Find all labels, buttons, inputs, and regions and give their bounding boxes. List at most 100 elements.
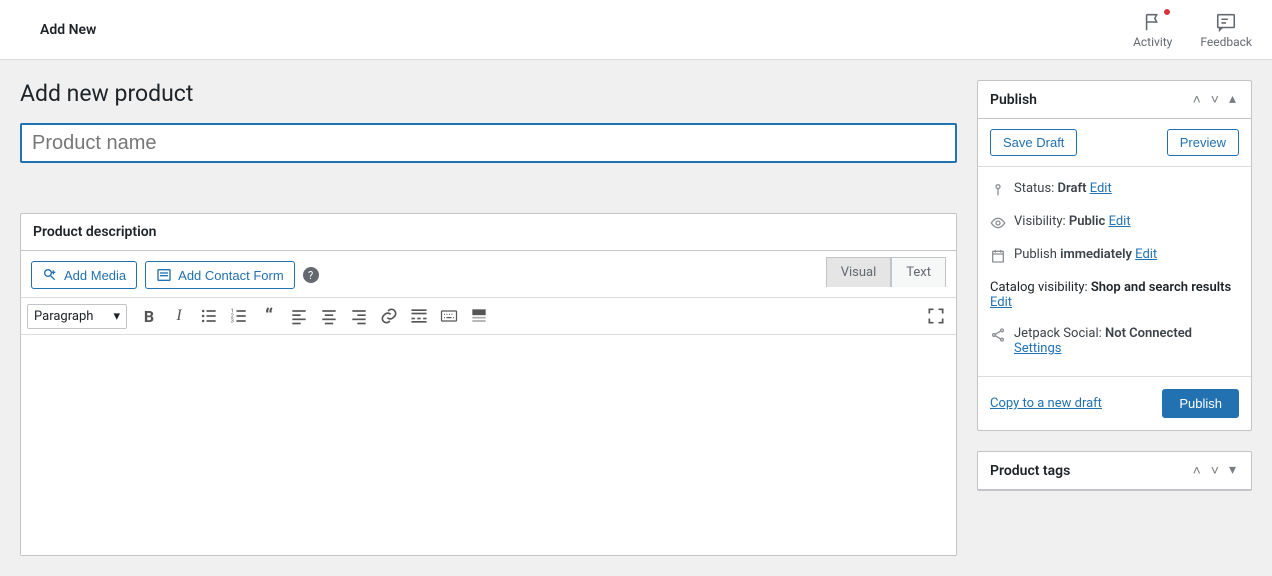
- activity-button[interactable]: Activity: [1133, 11, 1172, 49]
- page-title: Add new product: [20, 80, 957, 107]
- publish-label: Publish: [1014, 247, 1060, 262]
- feedback-icon: [1215, 11, 1237, 33]
- jetpack-settings-link[interactable]: Settings: [1014, 341, 1061, 356]
- help-icon[interactable]: ?: [303, 267, 319, 283]
- form-icon: [156, 267, 172, 283]
- publish-value: immediately: [1060, 247, 1132, 262]
- add-contact-form-button[interactable]: Add Contact Form: [145, 261, 295, 289]
- description-box: Product description Add Media Add Contac…: [20, 213, 957, 556]
- toggle-panel-icon[interactable]: ▴: [1226, 91, 1239, 108]
- sidebar: Publish ˄ ˅ ▴ Save Draft Preview Status:…: [977, 80, 1252, 511]
- numbered-list-icon: 123: [229, 306, 249, 326]
- description-title: Product description: [33, 224, 156, 240]
- status-label: Status:: [1014, 181, 1058, 196]
- catalog-label: Catalog visibility:: [990, 280, 1091, 295]
- catalog-edit-link[interactable]: Edit: [990, 295, 1012, 310]
- align-right-icon: [349, 306, 369, 326]
- toggle-panel-icon[interactable]: ▾: [1226, 462, 1239, 479]
- publish-box: Publish ˄ ˅ ▴ Save Draft Preview Status:…: [977, 80, 1252, 431]
- publish-controls: ˄ ˅ ▴: [1190, 91, 1239, 108]
- move-down-icon[interactable]: ˅: [1208, 91, 1222, 108]
- schedule-row: Publish immediately Edit: [990, 239, 1239, 272]
- align-center-icon: [319, 306, 339, 326]
- preview-button[interactable]: Preview: [1167, 129, 1239, 156]
- save-draft-button[interactable]: Save Draft: [990, 129, 1077, 156]
- copy-draft-link[interactable]: Copy to a new draft: [990, 396, 1102, 411]
- visibility-label: Visibility:: [1014, 214, 1069, 229]
- content: Add new product Product description Add …: [0, 60, 1272, 576]
- publish-header: Publish ˄ ˅ ▴: [978, 81, 1251, 119]
- move-down-icon[interactable]: ˅: [1208, 462, 1222, 479]
- readmore-button[interactable]: [405, 302, 433, 330]
- schedule-edit-link[interactable]: Edit: [1135, 247, 1157, 262]
- align-center-button[interactable]: [315, 302, 343, 330]
- link-icon: [379, 306, 399, 326]
- chevron-down-icon: ▾: [113, 309, 120, 324]
- description-header: Product description: [21, 214, 956, 251]
- visibility-edit-link[interactable]: Edit: [1109, 214, 1131, 229]
- move-up-icon[interactable]: ˄: [1190, 462, 1204, 479]
- activity-label: Activity: [1133, 35, 1172, 49]
- fullscreen-button[interactable]: [922, 302, 950, 330]
- format-select[interactable]: Paragraph ▾: [27, 304, 127, 329]
- bullet-list-icon: [199, 306, 219, 326]
- tab-text[interactable]: Text: [891, 257, 946, 287]
- toolbar-toggle-icon: [469, 306, 489, 326]
- readmore-icon: [409, 306, 429, 326]
- align-left-icon: [289, 306, 309, 326]
- top-bar: Add New Activity Feedback: [0, 0, 1272, 60]
- italic-button[interactable]: I: [165, 302, 193, 330]
- toolbar-toggle-button[interactable]: [465, 302, 493, 330]
- move-up-icon[interactable]: ˄: [1190, 91, 1204, 108]
- editor-wrap: Add Media Add Contact Form ? Visual Text…: [21, 251, 956, 555]
- jetpack-label: Jetpack Social:: [1014, 326, 1105, 341]
- status-edit-link[interactable]: Edit: [1090, 181, 1112, 196]
- product-tags-title: Product tags: [990, 463, 1070, 479]
- jetpack-row: Jetpack Social: Not Connected Settings: [990, 318, 1239, 364]
- product-name-input[interactable]: [20, 123, 957, 163]
- topbar-actions: Activity Feedback: [1133, 11, 1252, 49]
- bullet-list-button[interactable]: [195, 302, 223, 330]
- format-toolbar: Paragraph ▾ B I 123 “: [21, 297, 956, 335]
- pin-icon: [990, 182, 1006, 198]
- feedback-label: Feedback: [1200, 35, 1252, 49]
- main-column: Add new product Product description Add …: [20, 80, 957, 576]
- add-media-button[interactable]: Add Media: [31, 261, 137, 289]
- media-icon: [42, 267, 58, 283]
- feedback-button[interactable]: Feedback: [1200, 11, 1252, 49]
- blockquote-button[interactable]: “: [255, 302, 283, 330]
- format-select-label: Paragraph: [34, 309, 93, 324]
- media-toolbar: Add Media Add Contact Form ? Visual Text: [21, 251, 956, 297]
- svg-text:3: 3: [231, 319, 234, 325]
- numbered-list-button[interactable]: 123: [225, 302, 253, 330]
- publish-body: Status: Draft Edit Visibility: Public Ed…: [978, 166, 1251, 376]
- fullscreen-icon: [926, 306, 946, 326]
- keyboard-button[interactable]: [435, 302, 463, 330]
- share-icon: [990, 327, 1006, 343]
- catalog-value: Shop and search results: [1091, 280, 1231, 295]
- tab-visual[interactable]: Visual: [826, 257, 892, 287]
- publish-button[interactable]: Publish: [1162, 389, 1239, 418]
- eye-icon: [990, 215, 1006, 231]
- publish-actions-row: Save Draft Preview: [978, 119, 1251, 166]
- tags-controls: ˄ ˅ ▾: [1190, 462, 1239, 479]
- flag-icon: [1142, 11, 1164, 33]
- link-button[interactable]: [375, 302, 403, 330]
- bold-button[interactable]: B: [135, 302, 163, 330]
- status-value: Draft: [1058, 181, 1087, 196]
- keyboard-icon: [439, 306, 459, 326]
- product-tags-box: Product tags ˄ ˅ ▾: [977, 451, 1252, 491]
- topbar-title: Add New: [40, 22, 96, 38]
- add-contact-label: Add Contact Form: [178, 268, 284, 283]
- align-right-button[interactable]: [345, 302, 373, 330]
- status-row: Status: Draft Edit: [990, 173, 1239, 206]
- editor-body[interactable]: [21, 335, 956, 555]
- publish-title: Publish: [990, 92, 1037, 108]
- notification-dot: [1164, 9, 1170, 15]
- calendar-icon: [990, 248, 1006, 264]
- visibility-value: Public: [1069, 214, 1105, 229]
- product-tags-header: Product tags ˄ ˅ ▾: [978, 452, 1251, 490]
- align-left-button[interactable]: [285, 302, 313, 330]
- catalog-row: Catalog visibility: Shop and search resu…: [990, 272, 1239, 318]
- jetpack-value: Not Connected: [1105, 326, 1192, 341]
